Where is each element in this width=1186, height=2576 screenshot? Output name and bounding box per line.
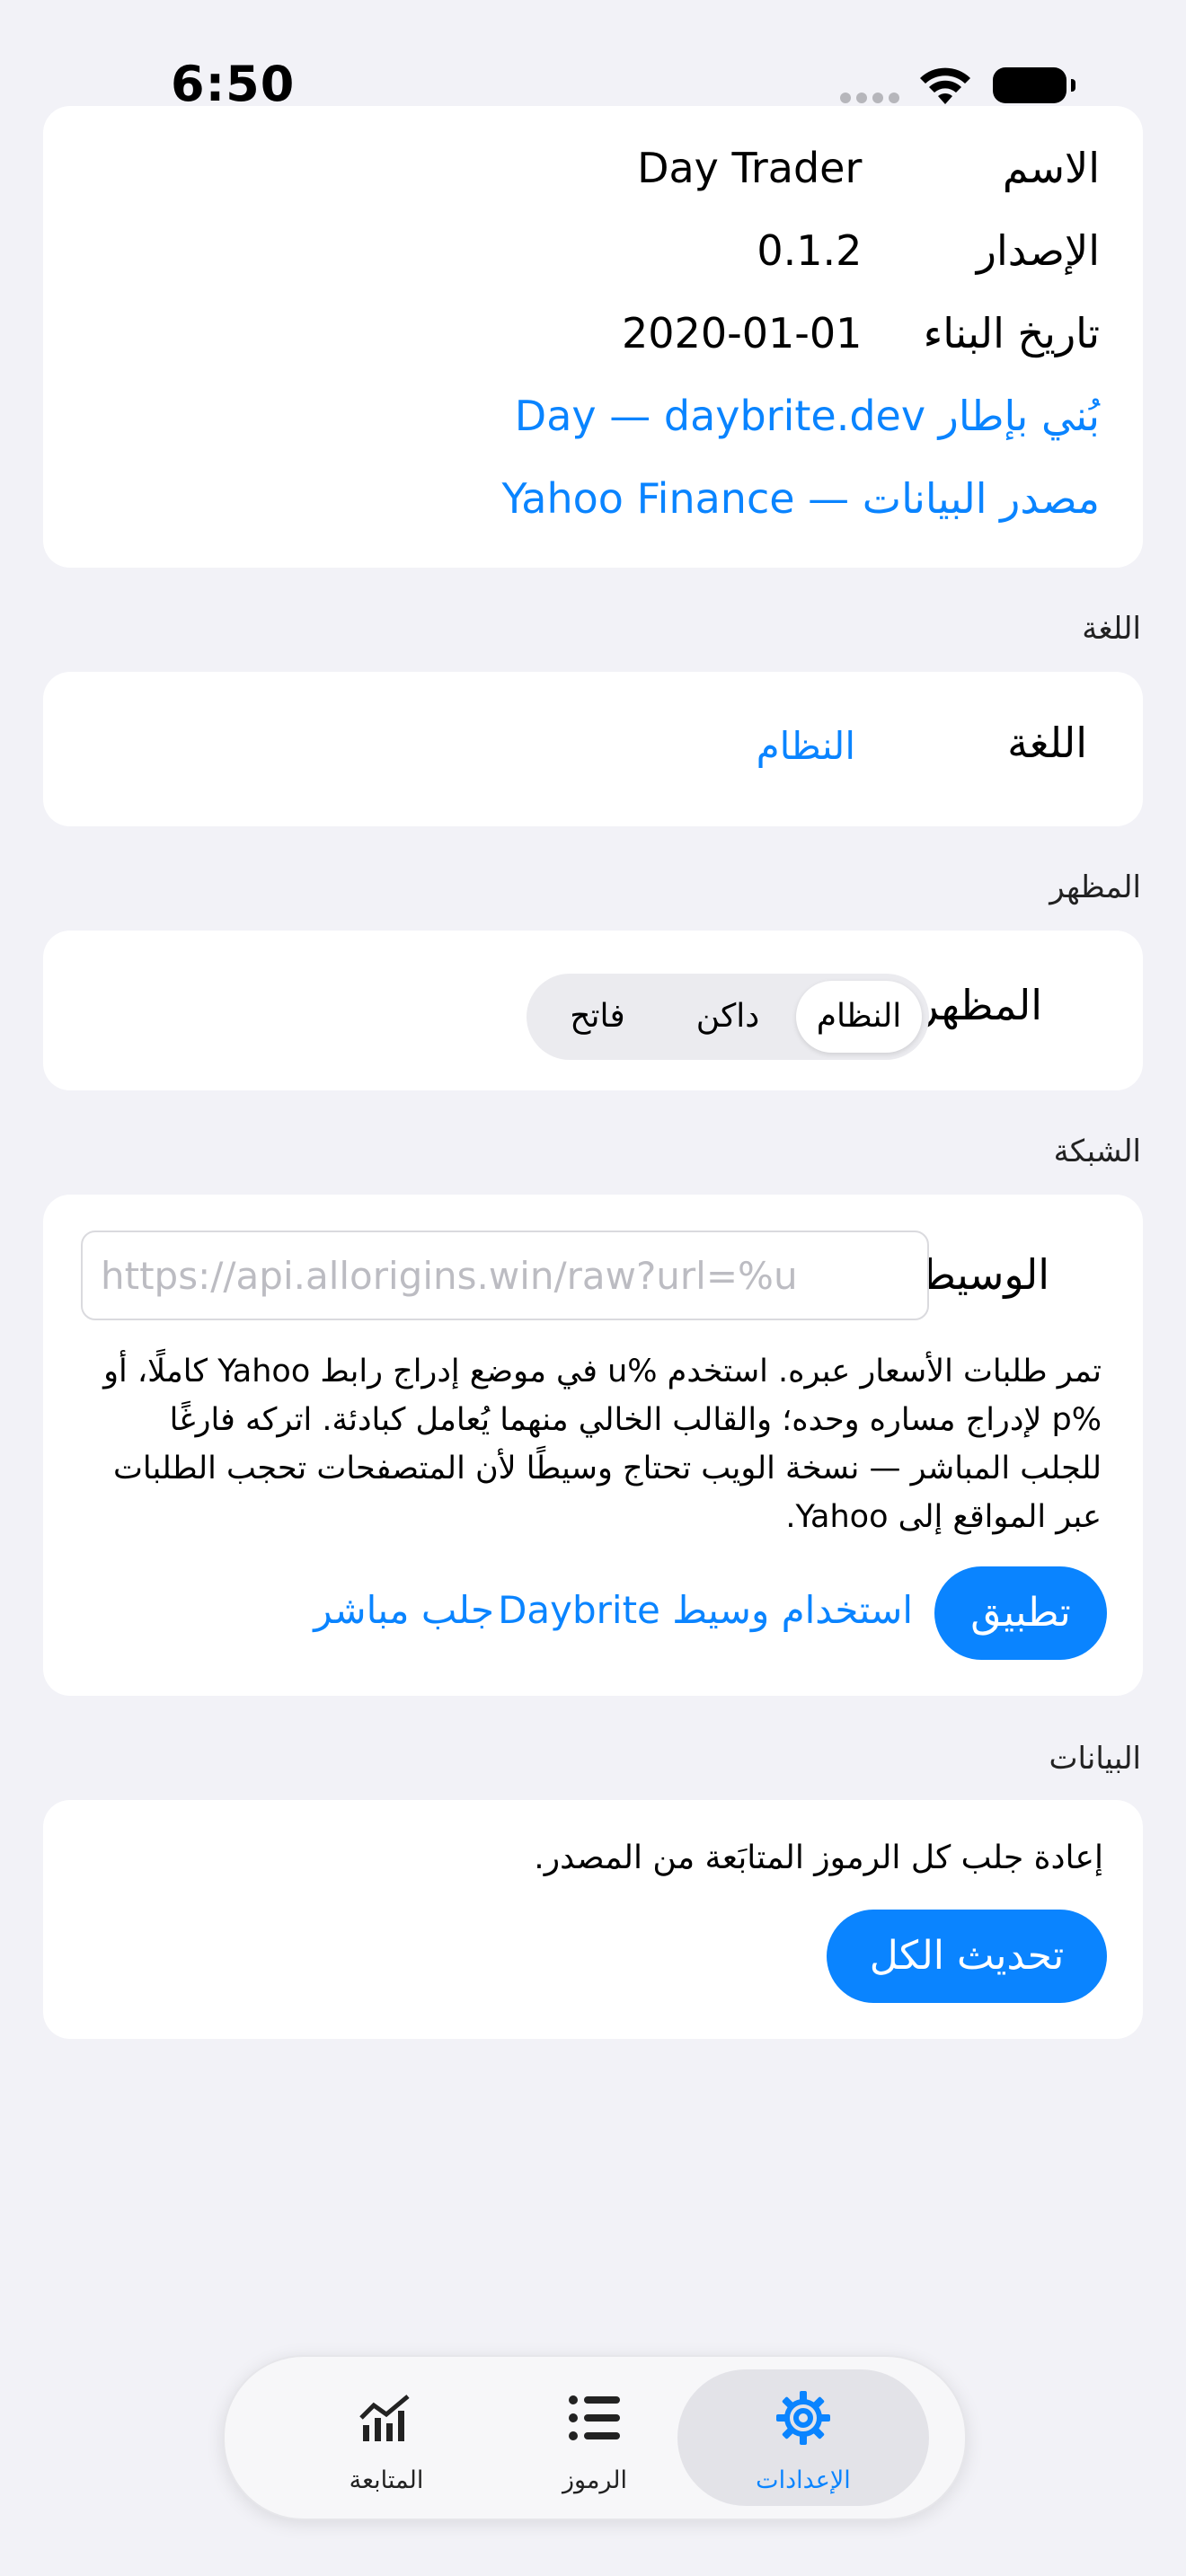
refresh-all-button[interactable]: تحديث الكل xyxy=(827,1910,1107,2003)
battery-icon xyxy=(993,67,1075,103)
about-row-build-date: تاريخ البناء 2020-01-01 xyxy=(622,309,1100,357)
tab-bar: المتابعة الرموز الإعدادات xyxy=(223,2355,967,2520)
tab-settings[interactable]: الإعدادات xyxy=(677,2369,929,2506)
refresh-description: إعادة جلب كل الرموز المتابَعة من المصدر. xyxy=(534,1839,1103,1876)
language-picker[interactable]: النظام xyxy=(757,724,855,768)
direct-fetch-button[interactable]: جلب مباشر xyxy=(314,1588,494,1632)
section-header-appearance: المظهر xyxy=(1049,869,1141,905)
wifi-icon xyxy=(916,63,974,111)
appearance-card: المظهر النظام داكن فاتح xyxy=(43,931,1143,1090)
appearance-segmented-control: النظام داكن فاتح xyxy=(527,974,929,1060)
status-time: 6:50 xyxy=(171,56,296,112)
about-card: الاسم Day Trader الإصدار 0.1.2 تاريخ الب… xyxy=(43,106,1143,568)
segment-dark[interactable]: داكن xyxy=(661,981,794,1053)
proxy-row-label: الوسيط xyxy=(917,1250,1049,1299)
about-label: تاريخ البناء xyxy=(923,309,1100,357)
language-card: اللغة النظام xyxy=(43,672,1143,826)
data-card: إعادة جلب كل الرموز المتابَعة من المصدر.… xyxy=(43,1800,1143,2039)
apply-button[interactable]: تطبيق xyxy=(934,1566,1107,1660)
use-daybrite-proxy-button[interactable]: استخدام وسيط Daybrite xyxy=(498,1588,913,1632)
proxy-input[interactable] xyxy=(81,1231,929,1320)
about-label: الإصدار xyxy=(976,226,1100,275)
segment-light[interactable]: فاتح xyxy=(534,981,661,1053)
section-header-data: البيانات xyxy=(1049,1741,1141,1777)
about-value: 2020-01-01 xyxy=(622,309,863,357)
section-header-network: الشبكة xyxy=(1053,1134,1141,1169)
language-row-label: اللغة xyxy=(1007,719,1087,767)
tab-label: الإعدادات xyxy=(756,2466,851,2494)
about-row-version: الإصدار 0.1.2 xyxy=(757,226,1100,275)
proxy-help-text: تمر طلبات الأسعار عبره. استخدم %u في موض… xyxy=(103,1354,1102,1535)
section-header-language: اللغة xyxy=(1082,611,1141,647)
built-with-link[interactable]: بُني بإطار Day — daybrite.dev xyxy=(515,392,1100,440)
network-card: الوسيط تمر طلبات الأسعار عبره. استخدم %u… xyxy=(43,1195,1143,1696)
about-value: 0.1.2 xyxy=(757,226,863,275)
cellular-dots-icon xyxy=(840,90,905,107)
appearance-row-label: المظهر xyxy=(918,981,1042,1029)
gear-icon xyxy=(677,2389,929,2452)
status-bar: 6:50 xyxy=(0,0,1186,171)
segment-system[interactable]: النظام xyxy=(796,981,922,1053)
data-source-link[interactable]: مصدر البيانات — Yahoo Finance xyxy=(502,474,1100,523)
